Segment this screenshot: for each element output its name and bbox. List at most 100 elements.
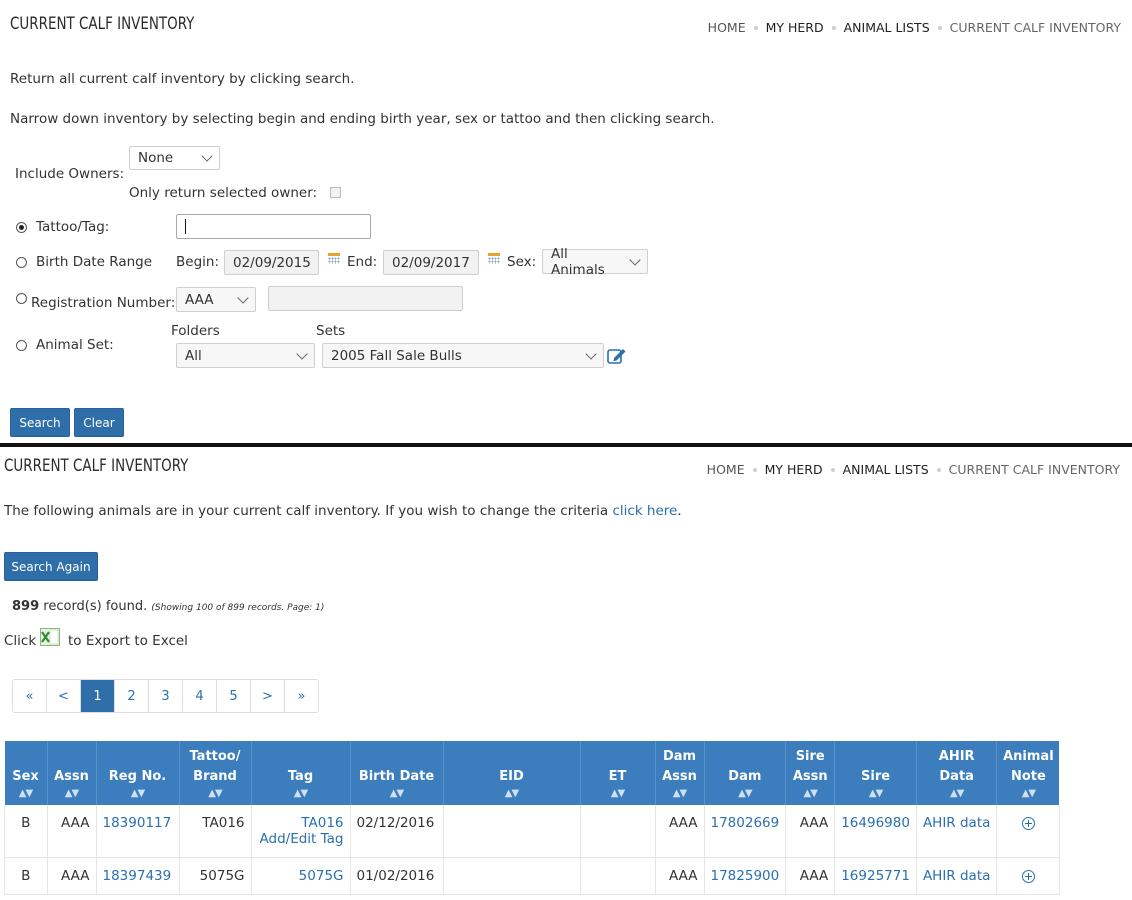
sort-icon[interactable]: ▲▼ xyxy=(355,787,439,801)
column-header-et[interactable]: ET ▲▼ xyxy=(580,741,656,805)
sort-icon[interactable]: ▲▼ xyxy=(1001,787,1055,801)
tattoo-radio[interactable] xyxy=(16,222,27,233)
column-header-dam[interactable]: Dam ▲▼ xyxy=(704,741,787,805)
sort-icon[interactable]: ▲▼ xyxy=(790,787,830,801)
breadcrumb-home[interactable]: HOME xyxy=(708,20,746,35)
end-date-input[interactable]: 02/09/2017 xyxy=(383,250,479,275)
cell-tag: TA016 Add/Edit Tag xyxy=(251,805,351,858)
chevron-down-icon xyxy=(296,347,308,360)
tag-link[interactable]: 5075G xyxy=(299,868,344,884)
cell-dam: 17802669 xyxy=(704,805,787,858)
begin-label: Begin: xyxy=(176,254,219,270)
sire-link[interactable]: 16496980 xyxy=(841,815,910,831)
only-selected-owner-label: Only return selected owner: xyxy=(129,185,318,201)
cell-ahir: AHIR data xyxy=(916,805,998,858)
breadcrumb-animal-lists[interactable]: ANIMAL LISTS xyxy=(843,462,929,477)
sort-icon[interactable]: ▲▼ xyxy=(839,787,912,801)
column-header-animal-note[interactable]: Animal Note ▲▼ xyxy=(996,741,1060,805)
reg-no-link[interactable]: 18397439 xyxy=(103,868,172,884)
change-criteria-link[interactable]: click here xyxy=(612,503,677,519)
birth-range-label: Birth Date Range xyxy=(36,254,153,270)
sort-icon[interactable]: ▲▼ xyxy=(9,787,43,801)
sex-select[interactable]: All Animals xyxy=(542,246,648,278)
add-note-icon[interactable] xyxy=(1021,816,1035,830)
owners-select[interactable]: None xyxy=(129,146,220,170)
cell-eid xyxy=(443,805,581,858)
breadcrumb-my-herd[interactable]: MY HERD xyxy=(765,462,823,477)
cell-reg-no: 18397439 xyxy=(96,857,180,895)
search-again-button[interactable]: Search Again xyxy=(4,552,98,581)
dam-link[interactable]: 17802669 xyxy=(711,815,780,831)
registration-radio[interactable] xyxy=(16,293,27,304)
breadcrumb-home[interactable]: HOME xyxy=(707,462,745,477)
sort-icon[interactable]: ▲▼ xyxy=(585,787,651,801)
page-1[interactable]: 1 xyxy=(81,680,115,712)
cell-tag: 5075G xyxy=(251,857,351,895)
breadcrumb: HOME MY HERD ANIMAL LISTS CURRENT CALF I… xyxy=(708,20,1121,35)
birth-range-radio[interactable] xyxy=(16,257,27,268)
page-2[interactable]: 2 xyxy=(115,680,149,712)
clear-button[interactable]: Clear xyxy=(74,408,124,437)
ahir-data-link[interactable]: AHIR data xyxy=(923,815,990,831)
registration-input[interactable] xyxy=(268,286,463,311)
sire-link[interactable]: 16925771 xyxy=(841,868,910,884)
page-3[interactable]: 3 xyxy=(149,680,183,712)
sets-select[interactable]: 2005 Fall Sale Bulls xyxy=(322,343,604,368)
breadcrumb-separator xyxy=(830,467,835,472)
cell-assn: AAA xyxy=(47,805,97,858)
tattoo-input[interactable] xyxy=(176,214,371,239)
end-date-value: 02/09/2017 xyxy=(392,254,470,271)
folders-select[interactable]: All xyxy=(176,343,315,368)
column-header-dam-assn[interactable]: Dam Assn ▲▼ xyxy=(655,741,705,805)
column-header-sex[interactable]: Sex ▲▼ xyxy=(4,741,48,805)
column-header-eid[interactable]: EID ▲▼ xyxy=(443,741,581,805)
add-edit-tag-link[interactable]: Add/Edit Tag xyxy=(260,831,344,847)
sort-icon[interactable]: ▲▼ xyxy=(921,787,992,801)
column-header-tattoo-brand[interactable]: Tattoo/Brand ▲▼ xyxy=(179,741,252,805)
excel-export-icon[interactable] xyxy=(40,628,60,646)
sort-icon[interactable]: ▲▼ xyxy=(52,787,92,801)
sort-icon[interactable]: ▲▼ xyxy=(709,787,782,801)
animal-set-radio[interactable] xyxy=(16,340,27,351)
column-header-tag[interactable]: Tag ▲▼ xyxy=(251,741,351,805)
breadcrumb-my-herd[interactable]: MY HERD xyxy=(766,20,824,35)
sort-icon[interactable]: ▲▼ xyxy=(660,787,700,801)
column-header-birth-date[interactable]: Birth Date ▲▼ xyxy=(350,741,444,805)
column-header-sire[interactable]: Sire ▲▼ xyxy=(834,741,917,805)
only-selected-owner-checkbox[interactable] xyxy=(330,187,341,198)
sort-icon[interactable]: ▲▼ xyxy=(184,787,247,801)
page-4[interactable]: 4 xyxy=(183,680,217,712)
reg-no-link[interactable]: 18390117 xyxy=(103,815,172,831)
tag-link[interactable]: TA016 xyxy=(301,815,343,831)
page-prev[interactable]: < xyxy=(47,680,81,712)
record-count-line: 899 record(s) found. (Showing 100 of 899… xyxy=(12,599,324,614)
column-header-reg-no[interactable]: Reg No. ▲▼ xyxy=(96,741,180,805)
page-next[interactable]: > xyxy=(251,680,285,712)
search-button[interactable]: Search xyxy=(10,408,70,437)
cell-sire-assn: AAA xyxy=(785,805,836,858)
column-header-sire-assn[interactable]: Sire Assn ▲▼ xyxy=(785,741,836,805)
registration-assn-select[interactable]: AAA xyxy=(176,287,256,312)
edit-icon[interactable] xyxy=(607,346,628,365)
sort-icon[interactable]: ▲▼ xyxy=(101,787,175,801)
intro-text-1: Return all current calf inventory by cli… xyxy=(10,71,355,87)
folders-select-value: All xyxy=(185,347,202,364)
cell-birth-date: 02/12/2016 xyxy=(350,805,444,858)
sort-icon[interactable]: ▲▼ xyxy=(448,787,576,801)
breadcrumb-animal-lists[interactable]: ANIMAL LISTS xyxy=(844,20,930,35)
column-header-ahir-data[interactable]: AHIR Data ▲▼ xyxy=(916,741,998,805)
table-header-row: Sex ▲▼ Assn ▲▼ Reg No. ▲▼ Tattoo/Brand ▲▼ Ta… xyxy=(4,741,1060,805)
calendar-icon[interactable] xyxy=(328,253,340,264)
sort-icon[interactable]: ▲▼ xyxy=(256,787,346,801)
dam-link[interactable]: 17825900 xyxy=(711,868,780,884)
pagination: « < 1 2 3 4 5 > » xyxy=(12,679,319,713)
cell-et xyxy=(580,857,656,895)
calendar-icon[interactable] xyxy=(488,253,500,264)
begin-date-input[interactable]: 02/09/2015 xyxy=(224,250,319,275)
column-header-assn[interactable]: Assn ▲▼ xyxy=(47,741,97,805)
page-first[interactable]: « xyxy=(13,680,47,712)
add-note-icon[interactable] xyxy=(1021,869,1035,883)
page-last[interactable]: » xyxy=(285,680,318,712)
page-5[interactable]: 5 xyxy=(217,680,251,712)
ahir-data-link[interactable]: AHIR data xyxy=(923,868,990,884)
